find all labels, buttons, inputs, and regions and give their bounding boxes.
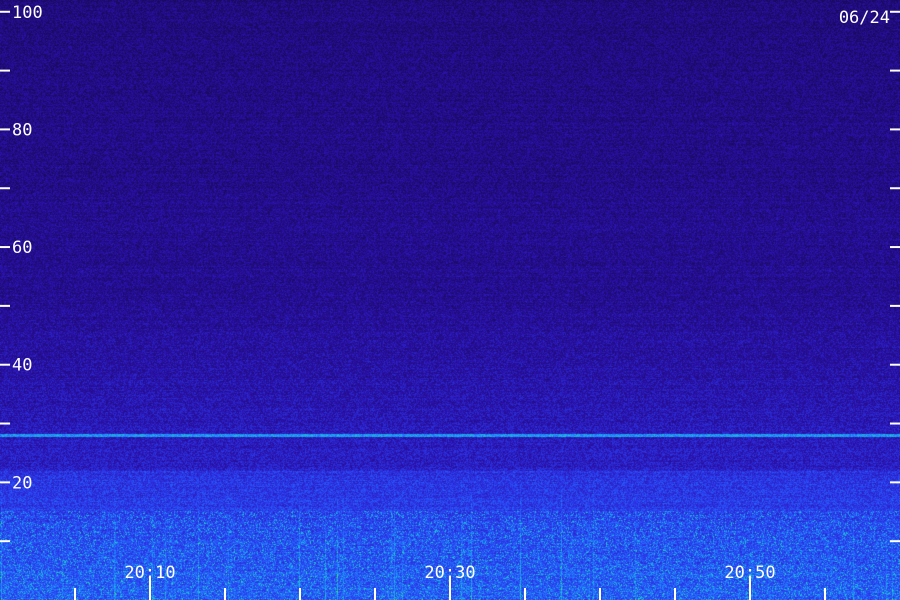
y-tick-label: 100 — [12, 3, 43, 23]
chart-overlay: 100 80 60 40 20 20:10 20:30 20:50 06/24 — [0, 3, 900, 600]
y-tick-label: 60 — [12, 238, 32, 258]
x-tick-label: 20:50 — [724, 563, 775, 583]
y-tick-label: 20 — [12, 473, 32, 493]
y-axis: 100 80 60 40 20 — [0, 3, 900, 543]
y-tick-label: 40 — [12, 356, 32, 376]
x-axis: 20:10 20:30 20:50 — [74, 563, 826, 600]
spectrogram-chart: 100 80 60 40 20 20:10 20:30 20:50 06/24 — [0, 0, 900, 600]
x-tick-label: 20:10 — [124, 563, 175, 583]
x-tick-label: 20:30 — [424, 563, 475, 583]
y-tick-label: 80 — [12, 120, 32, 140]
date-label: 06/24 — [839, 8, 890, 28]
